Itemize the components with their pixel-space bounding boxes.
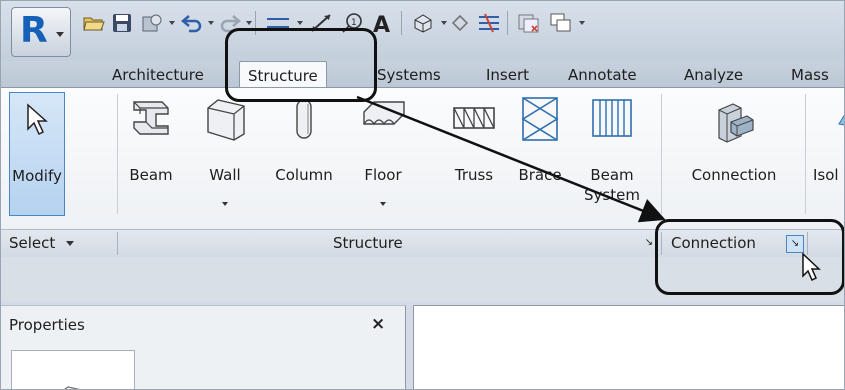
mouse-pointer-icon [802, 252, 821, 282]
revit-window: R 1 A Architecture Structure Systems Ins… [0, 0, 845, 390]
annotation-arrow [356, 95, 666, 223]
